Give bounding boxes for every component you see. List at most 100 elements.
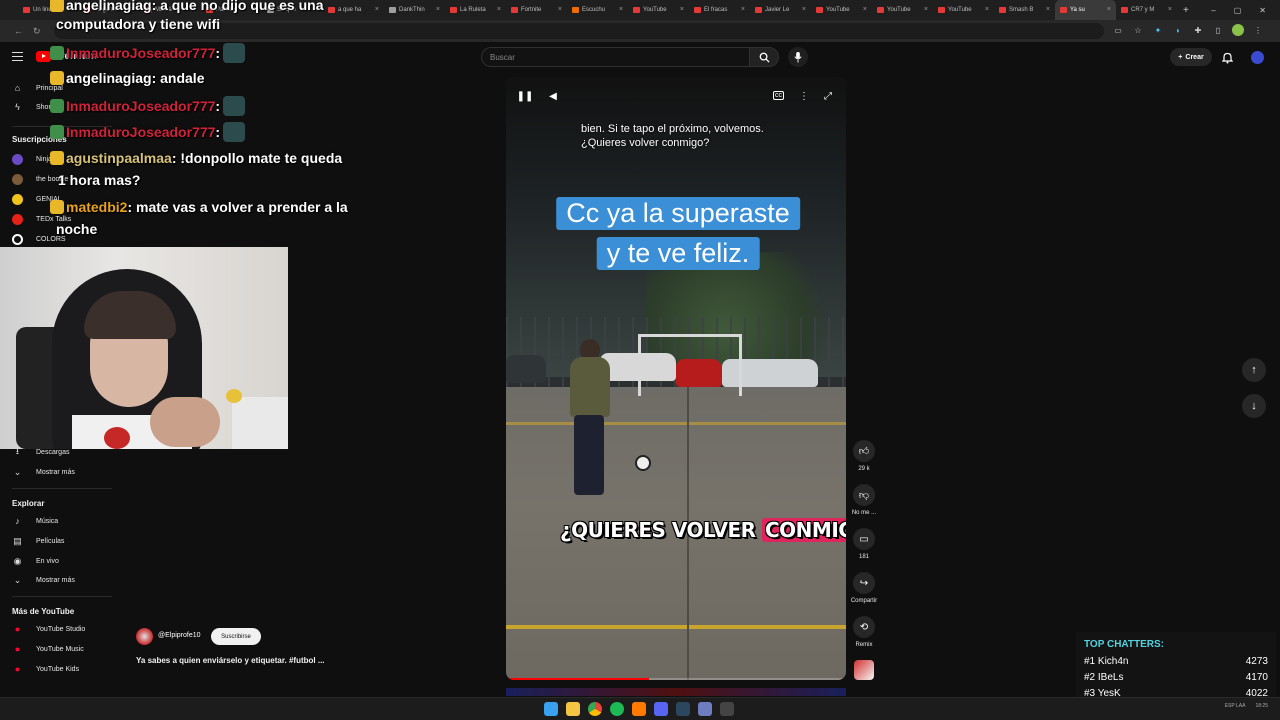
share-icon[interactable]: ↪: [853, 572, 875, 594]
tab-close-icon[interactable]: ×: [680, 6, 684, 13]
dislike-action[interactable]: 👎︎ No me ...: [846, 484, 882, 516]
language-indicator[interactable]: ESP LAA: [1225, 703, 1246, 709]
sidepanel-icon[interactable]: ▯: [1212, 24, 1224, 36]
clock[interactable]: 18:25: [1255, 703, 1268, 709]
windows-start-icon[interactable]: [544, 702, 558, 716]
close-window-button[interactable]: ✕: [1259, 6, 1266, 15]
explore-heading: Explorar: [12, 499, 45, 508]
reload-icon[interactable]: ↻: [33, 26, 41, 37]
chat-badge-icon: [50, 125, 64, 139]
tab-label: DankThin: [399, 7, 425, 13]
thumbs-down-icon[interactable]: 👎︎: [853, 484, 875, 506]
short-title[interactable]: Ya sabes a quien enviárselo y etiquetar.…: [136, 656, 325, 665]
like-action[interactable]: 👍︎ 29 k: [846, 440, 882, 472]
sidebar-item-label: YouTube Kids: [36, 665, 80, 673]
tab-close-icon[interactable]: ×: [924, 6, 928, 13]
browser-tab[interactable]: Ya su ×: [1055, 0, 1116, 20]
browser-tab[interactable]: CR7 y M ×: [1116, 0, 1177, 20]
remix-icon[interactable]: ⟲: [853, 616, 875, 638]
tab-close-icon[interactable]: ×: [619, 6, 623, 13]
file-explorer-icon[interactable]: [566, 702, 580, 716]
settings-icon[interactable]: [698, 702, 712, 716]
sidebar-item-youtube-music[interactable]: ● YouTube Music: [0, 640, 118, 658]
volume-icon[interactable]: ◀: [546, 89, 560, 103]
browser-tab[interactable]: Escuchu ×: [567, 0, 628, 20]
tab-label: Javier Le: [765, 7, 790, 13]
tab-close-icon[interactable]: ×: [802, 6, 806, 13]
sound-thumbnail[interactable]: [846, 660, 882, 680]
menu-dots-icon[interactable]: ⋮: [1252, 24, 1264, 36]
tab-close-icon[interactable]: ×: [863, 6, 867, 13]
tab-close-icon[interactable]: ×: [436, 6, 440, 13]
new-tab-button[interactable]: +: [1183, 5, 1189, 16]
obs-icon[interactable]: [720, 702, 734, 716]
thumbs-up-icon[interactable]: 👍︎: [853, 440, 875, 462]
sidebar-item-live[interactable]: ◉ En vivo: [0, 552, 118, 570]
sidebar-item-show-more[interactable]: ⌄ Mostrar más: [0, 463, 118, 481]
discord-icon[interactable]: [654, 702, 668, 716]
extension-icon[interactable]: ◗: [1172, 24, 1184, 36]
sidebar-item-music[interactable]: ♪ Música: [0, 512, 118, 530]
sidebar-item-youtube-kids[interactable]: ● YouTube Kids: [0, 660, 118, 678]
browser-tab[interactable]: Smash B ×: [994, 0, 1055, 20]
spotify-icon[interactable]: [610, 702, 624, 716]
more-options-icon[interactable]: ⋮: [797, 89, 811, 103]
browser-tab[interactable]: YouTube ×: [872, 0, 933, 20]
tab-close-icon[interactable]: ×: [741, 6, 745, 13]
tab-close-icon[interactable]: ×: [1168, 6, 1172, 13]
browser-tab[interactable]: YouTube ×: [933, 0, 994, 20]
create-button[interactable]: + Crear: [1170, 48, 1212, 66]
comment-icon[interactable]: ▭: [853, 528, 875, 550]
browser-tab[interactable]: Fortnite ×: [506, 0, 567, 20]
caption-text: ¿QUIERES VOLVER: [560, 518, 762, 542]
minimize-button[interactable]: –: [1211, 6, 1215, 15]
tab-close-icon[interactable]: ×: [985, 6, 989, 13]
profile-icon[interactable]: [1232, 24, 1244, 36]
browser-tab[interactable]: YouTube ×: [628, 0, 689, 20]
browser-tab[interactable]: DankThin ×: [384, 0, 445, 20]
maximize-button[interactable]: ▢: [1234, 6, 1242, 15]
channel-avatar[interactable]: [136, 628, 153, 645]
tab-close-icon[interactable]: ×: [1107, 6, 1111, 13]
browser-tab[interactable]: YouTube ×: [811, 0, 872, 20]
fullscreen-icon[interactable]: ⤢: [821, 89, 835, 103]
voice-search-button[interactable]: [788, 47, 808, 67]
extension-icon[interactable]: ✦: [1152, 24, 1164, 36]
chat-message: noche: [56, 221, 97, 237]
notifications-bell-icon[interactable]: [1221, 51, 1234, 69]
captions-icon[interactable]: cc: [773, 91, 784, 100]
bookmark-star-icon[interactable]: ☆: [1132, 24, 1144, 36]
chrome-icon[interactable]: [588, 702, 602, 716]
comments-action[interactable]: ▭ 181: [846, 528, 882, 560]
browser-tab[interactable]: Javier Le ×: [750, 0, 811, 20]
tab-close-icon[interactable]: ×: [1046, 6, 1050, 13]
share-action[interactable]: ↪ Compartir: [846, 572, 882, 604]
tab-label: El fracas: [704, 7, 728, 13]
browser-tab[interactable]: La Ruleta ×: [445, 0, 506, 20]
subscribe-button[interactable]: Suscribirse: [211, 628, 261, 645]
steam-icon[interactable]: [676, 702, 690, 716]
previous-short-button[interactable]: ↑: [1242, 358, 1266, 382]
search-button[interactable]: [749, 47, 779, 67]
video-progress-bar[interactable]: [506, 678, 846, 680]
pause-icon[interactable]: ❚❚: [517, 89, 534, 103]
sidebar-item-show-more[interactable]: ⌄ Mostrar más: [0, 571, 118, 589]
cast-icon[interactable]: ▭: [1112, 24, 1124, 36]
remix-action[interactable]: ⟲ Remix: [846, 616, 882, 648]
account-avatar[interactable]: [1251, 51, 1264, 64]
channel-name[interactable]: @Elpiprofe10: [158, 632, 201, 639]
puzzle-icon[interactable]: ✚: [1192, 24, 1204, 36]
sidebar-item-movies[interactable]: ▤ Películas: [0, 532, 118, 550]
search-input[interactable]: Buscar: [481, 47, 749, 67]
next-short-button[interactable]: ↓: [1242, 394, 1266, 418]
back-icon[interactable]: ←: [14, 26, 23, 37]
sidebar-item-youtube-studio[interactable]: ● YouTube Studio: [0, 620, 118, 638]
tab-favicon-icon: [389, 7, 396, 13]
app-icon[interactable]: [632, 702, 646, 716]
menu-icon[interactable]: [12, 52, 23, 61]
browser-tab[interactable]: El fracas ×: [689, 0, 750, 20]
shorts-player[interactable]: ❚❚ ◀ cc ⋮ ⤢ bien. Si te tapo el próximo,…: [506, 77, 846, 680]
tab-close-icon[interactable]: ×: [558, 6, 562, 13]
tab-close-icon[interactable]: ×: [497, 6, 501, 13]
video-caption: ¿QUIERES VOLVER CONMIGO?: [560, 518, 846, 542]
